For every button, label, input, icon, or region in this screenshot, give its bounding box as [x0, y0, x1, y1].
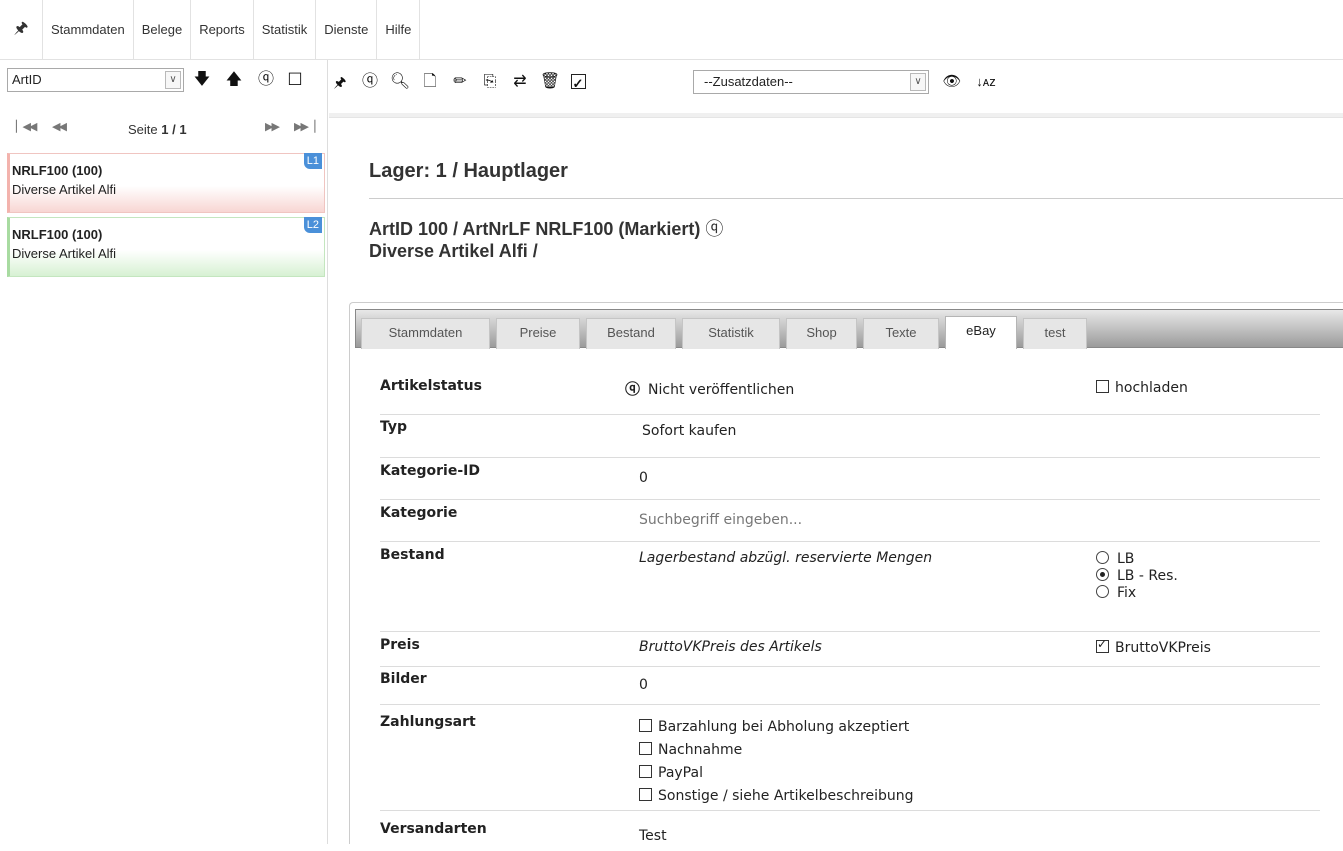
- pin-icon[interactable]: 🖈: [329, 70, 351, 94]
- row-typ: Typ Sofort kaufen: [380, 415, 1320, 458]
- payment-checkbox-sonstige[interactable]: Sonstige / siehe Artikelbeschreibung: [639, 785, 914, 808]
- list-item-subtitle: Diverse Artikel Alfi: [12, 182, 117, 197]
- search-icon[interactable]: 🔍︎: [389, 70, 411, 94]
- prev-page-icon[interactable]: ◀◀: [52, 120, 67, 133]
- row-artikelstatus: Artikelstatus ⓠ Nicht veröffentlichen hoc…: [380, 378, 1320, 415]
- bilder-value[interactable]: 0: [639, 677, 648, 693]
- next-page-icon[interactable]: ▶▶: [265, 120, 280, 133]
- typ-value[interactable]: Sofort kaufen: [642, 423, 736, 439]
- menu-item-reports[interactable]: Reports: [190, 0, 253, 60]
- article-id-line: ArtID 100 / ArtNrLF NRLF100 (Markiert): [369, 219, 701, 239]
- help-icon[interactable]: ⓠ: [359, 70, 381, 94]
- tab-texte[interactable]: Texte: [863, 318, 939, 349]
- tab-bar: Stammdaten Preise Bestand Statistik Shop…: [355, 309, 1343, 349]
- swap-icon[interactable]: ⇄: [509, 70, 531, 94]
- article-heading: ArtID 100 / ArtNrLF NRLF100 (Markiert) ⓠ…: [369, 218, 723, 262]
- pin-icon[interactable]: 🖈: [0, 0, 42, 60]
- trash-icon[interactable]: 🗑︎: [539, 70, 561, 94]
- versandarten-value[interactable]: Test: [639, 828, 667, 844]
- menu-item-dienste[interactable]: Dienste: [315, 0, 376, 60]
- eye-icon[interactable]: 👁︎: [941, 70, 963, 94]
- arrow-down-icon[interactable]: 🡇: [191, 68, 213, 92]
- radio-lb[interactable]: LB: [1096, 551, 1178, 568]
- chevron-down-icon: ∨: [165, 71, 181, 89]
- list-badge: L2: [303, 217, 322, 233]
- mark-checkbox[interactable]: [567, 70, 589, 96]
- payment-checkbox-barzahlung[interactable]: Barzahlung bei Abholung akzeptiert: [639, 716, 914, 739]
- article-name-line: Diverse Artikel Alfi /: [369, 241, 538, 261]
- list-item-title: NRLF100 (100): [12, 163, 103, 178]
- radio-fix[interactable]: Fix: [1096, 585, 1178, 602]
- row-kategorie-id: Kategorie-ID 0: [380, 458, 1320, 500]
- bruttovkpreis-checkbox[interactable]: BruttoVKPreis: [1096, 637, 1211, 656]
- row-zahlungsart: Zahlungsart Barzahlung bei Abholung akze…: [380, 705, 1320, 811]
- tab-ebay[interactable]: eBay: [945, 316, 1017, 349]
- list-item[interactable]: NRLF100 (100) Diverse Artikel Alfi L1: [7, 153, 325, 213]
- arrow-up-icon[interactable]: 🡅: [223, 68, 245, 92]
- tab-statistik[interactable]: Statistik: [682, 318, 780, 349]
- copy-icon[interactable]: ⎘: [479, 70, 501, 94]
- pager-label: Seite: [128, 122, 158, 137]
- menu-item-stammdaten[interactable]: Stammdaten: [42, 0, 133, 60]
- tab-shop[interactable]: Shop: [786, 318, 857, 349]
- row-kategorie: Kategorie Suchbegriff eingeben...: [380, 500, 1320, 542]
- list-item[interactable]: NRLF100 (100) Diverse Artikel Alfi L2: [7, 217, 325, 277]
- new-document-icon[interactable]: 🗋: [419, 70, 441, 94]
- last-page-icon[interactable]: ▶▶▕: [294, 120, 315, 133]
- list-item-subtitle: Diverse Artikel Alfi: [12, 246, 117, 261]
- tab-stammdaten[interactable]: Stammdaten: [361, 318, 490, 349]
- row-preis: Preis BruttoVKPreis des Artikels BruttoV…: [380, 632, 1320, 667]
- payment-checkbox-paypal[interactable]: PayPal: [639, 762, 914, 785]
- chevron-down-icon: ∨: [910, 73, 926, 91]
- pager-current: 1 / 1: [161, 122, 187, 137]
- tab-test[interactable]: test: [1023, 318, 1087, 349]
- radio-lb-res[interactable]: LB - Res.: [1096, 568, 1178, 585]
- hochladen-checkbox[interactable]: hochladen: [1096, 380, 1188, 396]
- left-toolbar: ArtID ∨ 🡇 🡅 ⓠ ☐: [0, 68, 328, 94]
- tab-bestand[interactable]: Bestand: [586, 318, 676, 349]
- detail-panel: Stammdaten Preise Bestand Statistik Shop…: [349, 302, 1343, 844]
- zusatzdaten-select[interactable]: --Zusatzdaten-- ∨: [693, 70, 929, 94]
- kategorie-id-value[interactable]: 0: [639, 470, 648, 486]
- menu-bar: 🖈 Stammdaten Belege Reports Statistik Di…: [0, 0, 1343, 60]
- page-title: Lager: 1 / Hauptlager: [369, 160, 568, 182]
- menu-item-belege[interactable]: Belege: [132, 0, 190, 60]
- list-item-title: NRLF100 (100): [12, 227, 103, 242]
- preis-value: BruttoVKPreis des Artikels: [639, 639, 822, 655]
- left-panel: ArtID ∨ 🡇 🡅 ⓠ ☐ ▏◀◀ ◀◀ Seite 1 / 1 ▶▶ ▶▶…: [0, 60, 328, 844]
- bestand-value: Lagerbestand abzügl. reservierte Mengen: [639, 550, 933, 566]
- row-versandarten: Versandarten Test: [380, 821, 667, 844]
- help-icon[interactable]: ⓠ: [625, 378, 640, 399]
- menu-item-hilfe[interactable]: Hilfe: [376, 0, 421, 60]
- sort-az-icon[interactable]: ↓ᴀᴢ: [975, 70, 997, 94]
- select-all-checkbox[interactable]: ☐: [284, 68, 306, 92]
- divider: [369, 198, 1343, 199]
- main-toolbar: 🖈 ⓠ 🔍︎ 🗋 ✏︎ ⎘ ⇄ 🗑︎ --Zusatzdaten-- ∨ 👁︎ …: [329, 68, 1343, 96]
- ebay-form: Artikelstatus ⓠ Nicht veröffentlichen hoc…: [380, 378, 1320, 851]
- row-bestand: Bestand Lagerbestand abzügl. reservierte…: [380, 542, 1320, 632]
- artikelstatus-value[interactable]: Nicht veröffentlichen: [648, 382, 794, 398]
- first-page-icon[interactable]: ▏◀◀: [16, 120, 37, 133]
- help-icon[interactable]: ⓠ: [705, 219, 723, 239]
- pager: ▏◀◀ ◀◀ Seite 1 / 1 ▶▶ ▶▶▕: [0, 120, 328, 140]
- list-badge: L1: [303, 153, 322, 169]
- edit-pencil-icon[interactable]: ✏︎: [449, 70, 471, 94]
- sort-field-select[interactable]: ArtID ∨: [7, 68, 184, 92]
- menu-item-statistik[interactable]: Statistik: [252, 0, 316, 60]
- kategorie-search-input[interactable]: Suchbegriff eingeben...: [639, 512, 802, 528]
- toolbar-divider: [329, 113, 1343, 118]
- row-bilder: Bilder 0: [380, 667, 1320, 705]
- payment-checkbox-nachnahme[interactable]: Nachnahme: [639, 739, 914, 762]
- tab-preise[interactable]: Preise: [496, 318, 580, 349]
- main-panel: 🖈 ⓠ 🔍︎ 🗋 ✏︎ ⎘ ⇄ 🗑︎ --Zusatzdaten-- ∨ 👁︎ …: [329, 60, 1343, 844]
- help-icon[interactable]: ⓠ: [255, 68, 277, 92]
